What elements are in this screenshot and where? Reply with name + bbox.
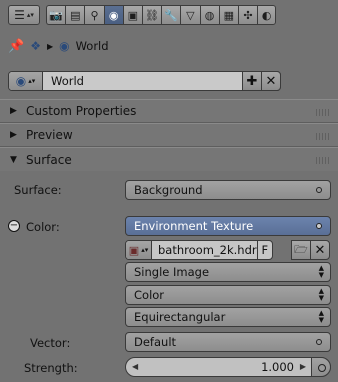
socket-icon [316, 223, 322, 229]
world-icon: ◉ [15, 74, 27, 88]
constraints-tab-icon[interactable]: ⛓ [141, 5, 162, 25]
panel-title: Surface [26, 152, 72, 167]
color-space-value: Color [134, 288, 165, 302]
unlink-world-button[interactable]: ✕ [261, 71, 281, 91]
vector-input-menu[interactable]: Default [125, 332, 331, 352]
collapsed-triangle-icon: ▶ [10, 106, 17, 116]
chevron-updown-icon: ▲ ▼ [318, 264, 324, 279]
vector-input-value: Default [134, 335, 177, 349]
vector-label: Vector: [30, 336, 71, 350]
surface-panel-header[interactable]: ▼ Surface [0, 147, 338, 171]
close-icon: ✕ [314, 242, 326, 258]
modifiers-tab-icon[interactable]: 🔧 [161, 5, 181, 25]
image-source-value: Single Image [134, 265, 210, 279]
close-icon: ✕ [265, 73, 277, 89]
browse-world-button[interactable]: ◉ ▴▾ [9, 72, 43, 90]
image-source-select[interactable]: Single Image ▲ ▼ [125, 262, 331, 282]
breadcrumb-world: World [75, 39, 109, 53]
physics-tab-icon[interactable]: ◐ [257, 5, 277, 25]
decrement-arrow-icon[interactable]: ◀ [132, 362, 138, 371]
expanded-triangle-icon: ▼ [10, 154, 17, 165]
surface-shader-menu[interactable]: Background [125, 180, 331, 200]
socket-icon [316, 187, 322, 193]
properties-editor-icon: ☰ [14, 8, 25, 22]
editor-type-menu[interactable]: ☰ ▴▾ [8, 5, 40, 25]
color-label: Color: [26, 220, 60, 234]
chevron-updown-icon: ▲ ▼ [318, 309, 324, 324]
data-tab-icon[interactable]: ▽ [180, 5, 200, 25]
context-tabs: 📷 ▤ ⚲ ◉ ▣ ⛓ 🔧 ▽ ◍ ▦ ✣ ◐ [46, 5, 277, 25]
material-tab-icon[interactable]: ◍ [199, 5, 219, 25]
socket-icon [316, 339, 322, 345]
color-input-value: Environment Texture [134, 219, 254, 233]
strength-socket-icon[interactable] [311, 357, 331, 377]
chevron-updown-icon: ▴▾ [28, 77, 36, 85]
image-datablock-selector[interactable]: ▣ ▴▾ bathroom_2k.hdr F [125, 240, 273, 260]
particles-tab-icon[interactable]: ✣ [237, 5, 258, 25]
scene-tab-icon[interactable]: ⚲ [84, 5, 104, 25]
render-tab-icon[interactable]: 📷 [46, 5, 66, 25]
custom-properties-panel-header[interactable]: ▶ Custom Properties [0, 99, 338, 123]
world-icon: ◉ [59, 39, 70, 53]
increment-arrow-icon[interactable]: ▶ [300, 362, 306, 371]
collapsed-triangle-icon: ▶ [10, 130, 17, 140]
chevron-right-icon: ▶ [46, 41, 54, 51]
image-icon: ▣ [128, 243, 140, 257]
collapse-node-icon[interactable]: − [8, 220, 20, 232]
surface-shader-value: Background [134, 183, 203, 197]
preview-panel-header[interactable]: ▶ Preview [0, 123, 338, 147]
surface-label: Surface: [14, 183, 62, 197]
browse-image-button[interactable]: ▣ ▴▾ [126, 241, 152, 259]
drag-handle[interactable] [316, 133, 330, 140]
drag-handle[interactable] [316, 157, 330, 164]
color-space-select[interactable]: Color ▲ ▼ [125, 285, 331, 305]
projection-value: Equirectangular [134, 310, 226, 324]
pin-icon[interactable]: 📌 [8, 39, 24, 54]
drag-handle[interactable] [316, 109, 330, 116]
color-input-menu[interactable]: Environment Texture [125, 216, 331, 236]
chevron-icon: ▴▾ [26, 11, 34, 19]
texture-tab-icon[interactable]: ▦ [218, 5, 238, 25]
new-world-button[interactable]: ✚ [242, 71, 262, 91]
chevron-updown-icon: ▲ ▼ [318, 287, 324, 302]
plus-icon: ✚ [246, 73, 258, 89]
panel-title: Preview [26, 128, 73, 142]
open-image-button[interactable]: 🗁 [291, 240, 311, 260]
strength-value: 1.000 [261, 360, 294, 374]
projection-select[interactable]: Equirectangular ▲ ▼ [125, 307, 331, 327]
panel-title: Custom Properties [26, 104, 137, 118]
breadcrumb: 📌 ❖ ▶ ◉ World [8, 36, 109, 56]
scene-icon: ❖ [30, 39, 41, 53]
object-tab-icon[interactable]: ▣ [122, 5, 142, 25]
strength-slider[interactable]: ◀ 1.000 ▶ [125, 357, 331, 377]
image-name-field[interactable]: bathroom_2k.hdr [152, 243, 257, 257]
chevron-updown-icon: ▴▾ [141, 246, 149, 254]
image-fake-user-button[interactable]: F [256, 241, 272, 259]
world-name-field[interactable]: World [43, 72, 260, 90]
render-layers-tab-icon[interactable]: ▤ [65, 5, 85, 25]
folder-icon: 🗁 [294, 242, 308, 256]
strength-label: Strength: [24, 361, 78, 375]
world-tab-icon[interactable]: ◉ [103, 5, 123, 25]
world-datablock-selector[interactable]: ◉ ▴▾ World F [8, 71, 281, 91]
unlink-image-button[interactable]: ✕ [310, 240, 330, 260]
context-tab-bar: ☰ ▴▾ 📷 ▤ ⚲ ◉ ▣ ⛓ 🔧 ▽ ◍ ▦ ✣ ◐ [0, 0, 338, 30]
